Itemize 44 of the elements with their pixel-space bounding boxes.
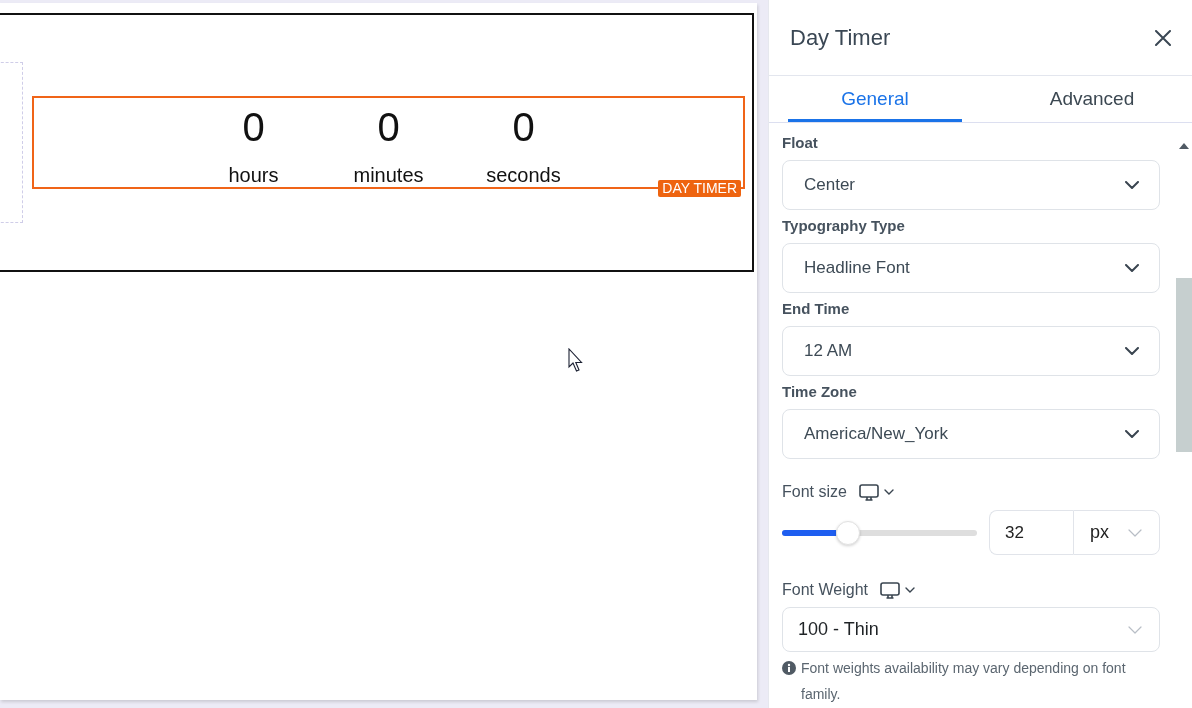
timer-value: 0: [242, 104, 265, 151]
timer-value: 0: [512, 104, 535, 151]
info-icon: [782, 661, 796, 675]
tab[interactable]: Advanced: [1005, 76, 1179, 122]
mouse-pointer-icon: [568, 348, 584, 374]
field-label: Font size: [782, 483, 847, 501]
chevron-down-icon: [1125, 347, 1139, 355]
monitor-icon: [858, 483, 879, 501]
unit-select[interactable]: px: [1073, 510, 1160, 555]
panel-title: Day Timer: [790, 24, 891, 51]
chevron-down-icon: [1128, 625, 1142, 634]
slider-fill: [782, 529, 837, 536]
caret-icon: [904, 587, 915, 593]
select-field[interactable]: America/New_York: [782, 409, 1160, 459]
monitor-icon: [879, 581, 900, 599]
timer-unit-label: seconds: [486, 164, 561, 187]
field-label: Float: [782, 134, 818, 152]
chevron-down-icon: [1128, 528, 1142, 537]
select-field[interactable]: 100 - Thin: [782, 607, 1160, 652]
number-input[interactable]: 32: [989, 510, 1073, 555]
chevron-down-icon: [1125, 430, 1139, 438]
timer-value: 0: [377, 104, 400, 151]
chevron-down-icon: [1125, 264, 1139, 272]
select-field[interactable]: Center: [782, 160, 1160, 210]
timer-unit-label: hours: [228, 164, 279, 187]
tab[interactable]: General: [788, 76, 962, 122]
field-label: Time Zone: [782, 383, 857, 401]
close-icon: [1155, 29, 1171, 46]
field-label: Font Weight: [782, 581, 868, 599]
hint-text: Font weights availability may vary depending on font family.: [801, 659, 1127, 704]
slider-thumb[interactable]: [836, 520, 861, 545]
field-label: Typography Type: [782, 217, 905, 235]
chevron-down-icon: [1125, 181, 1139, 189]
scrollbar-thumb[interactable]: [1176, 278, 1192, 452]
field-label: End Time: [782, 300, 850, 318]
select-field[interactable]: 12 AM: [782, 326, 1160, 376]
timer-unit-label: minutes: [353, 164, 424, 187]
select-field[interactable]: Headline Font: [782, 243, 1160, 293]
widget-tag: DAY TIMER: [658, 180, 741, 197]
caret-icon: [883, 489, 894, 495]
scroll-up-arrow-icon[interactable]: [1179, 143, 1189, 149]
device-toggle-button[interactable]: [858, 483, 894, 501]
device-toggle-button[interactable]: [879, 581, 915, 599]
close-button[interactable]: [1155, 29, 1171, 46]
